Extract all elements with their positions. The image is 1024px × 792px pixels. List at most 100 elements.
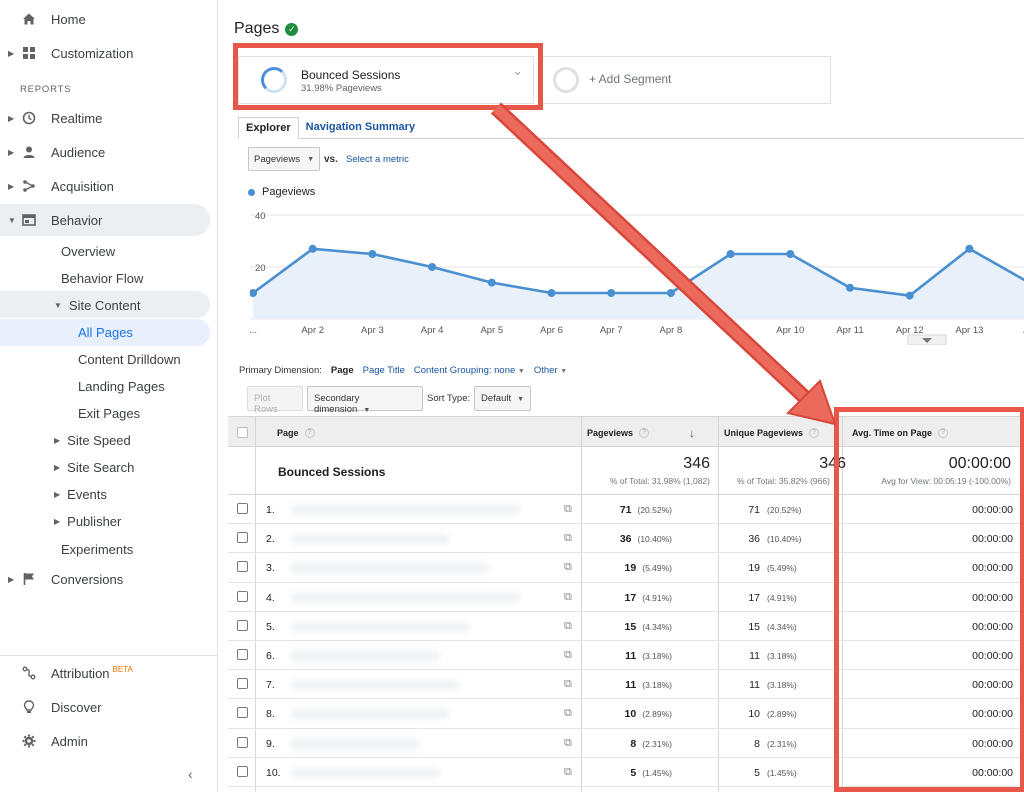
- open-page-icon[interactable]: ⧉: [564, 678, 572, 691]
- row-number: 4.: [266, 591, 275, 604]
- nav-acquisition[interactable]: ▶ Acquisition: [0, 170, 210, 202]
- row-checkbox[interactable]: [237, 590, 248, 602]
- collapse-sidebar-icon[interactable]: ‹: [188, 766, 193, 782]
- caret-right-icon: ▶: [54, 462, 61, 472]
- open-page-icon[interactable]: ⧉: [564, 532, 572, 545]
- row-checkbox[interactable]: [237, 736, 248, 748]
- open-page-icon[interactable]: ⧉: [564, 591, 572, 604]
- dimension-other[interactable]: Other ▼: [534, 365, 567, 376]
- secondary-dimension-dropdown[interactable]: Secondary dimension ▼: [307, 386, 423, 415]
- select-metric-link[interactable]: Select a metric: [346, 154, 409, 165]
- row-pageviews-value: 36: [619, 533, 632, 546]
- x-tick-label: Apr 6: [540, 325, 563, 336]
- help-icon[interactable]: ?: [639, 427, 650, 438]
- x-tick-label: Apr 4: [421, 325, 444, 336]
- header-pageviews-label: Pageviews: [587, 427, 634, 438]
- nav-content-drilldown[interactable]: Content Drilldown: [78, 346, 181, 372]
- sidebar-divider: [0, 655, 218, 656]
- plot-rows-button[interactable]: Plot Rows: [247, 386, 303, 415]
- open-page-icon[interactable]: ⧉: [564, 707, 572, 720]
- row-number: 7.: [266, 679, 275, 692]
- row-unique-value: 36: [748, 533, 760, 546]
- nav-publisher-label: Publisher: [67, 513, 122, 529]
- nav-behavior-flow[interactable]: Behavior Flow: [61, 265, 143, 291]
- row-checkbox[interactable]: [237, 503, 248, 514]
- nav-home[interactable]: Home: [0, 3, 210, 35]
- header-unique-pageviews-label: Unique Pageviews: [724, 427, 804, 438]
- select-all-checkbox[interactable]: [237, 417, 248, 448]
- nav-overview[interactable]: Overview: [61, 238, 115, 264]
- row-checkbox[interactable]: [237, 707, 248, 719]
- nav-landing-pages[interactable]: Landing Pages: [78, 373, 165, 399]
- open-page-icon[interactable]: ⧉: [564, 503, 572, 516]
- row-checkbox[interactable]: [237, 619, 248, 631]
- nav-conversions[interactable]: ▶ Conversions: [0, 563, 210, 595]
- caret-right-icon: ▶: [8, 181, 15, 191]
- row-pageviews-percent: (2.31%): [642, 738, 672, 749]
- row-unique-value: 19: [748, 562, 760, 575]
- y-tick-label: 40: [255, 211, 266, 222]
- row-checkbox[interactable]: [237, 678, 248, 690]
- header-pageviews[interactable]: Pageviews? ↓: [587, 417, 695, 448]
- row-pageviews: 11 (3.18%): [582, 650, 672, 662]
- nav-events[interactable]: ▶ Events: [54, 481, 107, 507]
- nav-site-search[interactable]: ▶ Site Search: [54, 454, 134, 480]
- nav-customization[interactable]: ▶ Customization: [0, 37, 210, 69]
- header-page[interactable]: Page?: [277, 417, 315, 448]
- caret-right-icon: ▶: [8, 48, 15, 58]
- nav-events-label: Events: [67, 486, 107, 502]
- dimension-page-title[interactable]: Page Title: [363, 365, 405, 376]
- row-checkbox[interactable]: [237, 561, 248, 573]
- nav-admin[interactable]: Admin: [0, 725, 210, 757]
- data-point: [308, 244, 317, 253]
- sort-type-dropdown[interactable]: Default ▼: [474, 386, 531, 411]
- dropdown-arrow-icon: ▼: [517, 396, 525, 403]
- header-unique-pageviews[interactable]: Unique Pageviews?: [724, 417, 820, 448]
- nav-all-pages[interactable]: All Pages: [78, 319, 133, 345]
- caret-right-icon: ▶: [8, 574, 15, 584]
- nav-realtime-label: Realtime: [51, 110, 103, 126]
- row-checkbox[interactable]: [237, 649, 248, 660]
- dimension-other-label: Other: [533, 365, 558, 376]
- row-unique-pageviews: 17 (4.91%): [718, 592, 838, 604]
- nav-discover[interactable]: Discover: [0, 691, 210, 723]
- row-checkbox[interactable]: [237, 532, 248, 544]
- annotation-box-segment: [233, 43, 543, 110]
- open-page-icon[interactable]: ⧉: [564, 561, 572, 574]
- nav-exit-pages[interactable]: Exit Pages: [78, 400, 140, 426]
- summary-pageviews: 346: [683, 455, 710, 472]
- row-checkbox[interactable]: [237, 765, 248, 777]
- help-icon[interactable]: ?: [304, 427, 315, 438]
- help-icon[interactable]: ?: [809, 427, 820, 438]
- flag-icon: [22, 572, 36, 586]
- tab-explorer[interactable]: Explorer: [238, 117, 299, 139]
- open-page-icon[interactable]: ⧉: [564, 620, 572, 633]
- nav-behavior[interactable]: ▼ Behavior: [0, 204, 210, 236]
- nav-experiments[interactable]: Experiments: [61, 536, 133, 562]
- open-page-icon[interactable]: ⧉: [564, 766, 572, 779]
- tab-navigation-summary[interactable]: Navigation Summary: [299, 117, 422, 139]
- open-page-icon[interactable]: ⧉: [564, 737, 572, 750]
- nav-content-drilldown-label: Content Drilldown: [78, 351, 181, 367]
- dimension-page[interactable]: Page: [331, 365, 354, 376]
- beta-badge: BETA: [112, 664, 133, 674]
- row-number: 6.: [266, 650, 275, 662]
- add-segment-button[interactable]: + Add Segment: [538, 56, 831, 104]
- nav-site-content[interactable]: ▼ Site Content: [54, 292, 140, 318]
- nav-publisher[interactable]: ▶ Publisher: [54, 508, 121, 534]
- nav-audience[interactable]: ▶ Audience: [0, 136, 210, 168]
- metric-dropdown[interactable]: Pageviews ▼: [248, 147, 320, 171]
- dimension-content-grouping[interactable]: Content Grouping: none ▼: [414, 365, 525, 376]
- nav-behavior-flow-label: Behavior Flow: [61, 270, 144, 286]
- nav-realtime[interactable]: ▶ Realtime: [0, 102, 210, 134]
- x-tick-label: Apr 12: [896, 325, 924, 336]
- row-pageviews: 17 (4.91%): [582, 592, 672, 604]
- dimension-content-grouping-label: Content Grouping: none: [413, 365, 516, 376]
- row-unique-percent: (2.31%): [767, 738, 797, 749]
- row-unique-percent: (4.34%): [767, 621, 797, 632]
- sort-descending-icon[interactable]: ↓: [689, 426, 695, 440]
- open-page-icon[interactable]: ⧉: [564, 649, 572, 662]
- row-number: 5.: [266, 620, 275, 633]
- nav-attribution[interactable]: Attribution BETA: [0, 657, 210, 689]
- nav-site-speed[interactable]: ▶ Site Speed: [54, 427, 131, 453]
